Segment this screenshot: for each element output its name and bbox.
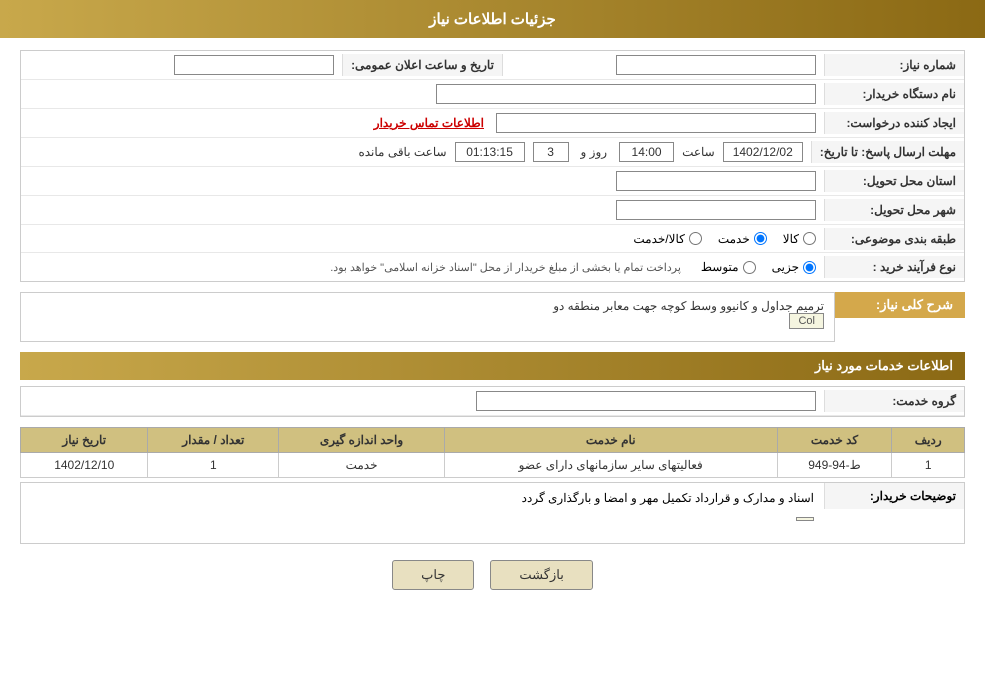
- page-title: جزئیات اطلاعات نیاز: [429, 11, 556, 28]
- deadline-time-label: ساعت: [682, 145, 715, 159]
- province-value: کرمان: [21, 167, 824, 195]
- table-body: 1ط-94-949فعالیتهای سایر سازمانهای دارای …: [21, 453, 965, 478]
- row-city: شهر محل تحویل: سیرجان: [21, 196, 964, 225]
- category-kala: کالا: [783, 232, 816, 246]
- announcement-date-value: 1402/11/29 - 12:15: [21, 51, 342, 79]
- purchase-type-radio-group: جزیی متوسط: [701, 260, 816, 274]
- col-badge: Col: [789, 313, 824, 329]
- purchase-mottaset: متوسط: [701, 260, 756, 274]
- creator-value-cell: مهدی شهرآبادی کاربرداری شهرداری سیرجان ا…: [21, 109, 824, 137]
- buyer-org-input[interactable]: شهرداری سیرجان استان کرمان: [436, 84, 816, 104]
- category-kala-khadamat-label: کالا/خدمت: [633, 232, 684, 246]
- city-input[interactable]: سیرجان: [616, 200, 816, 220]
- creator-input[interactable]: مهدی شهرآبادی کاربرداری شهرداری سیرجان ا…: [496, 113, 816, 133]
- row-creator: ایجاد کننده درخواست: مهدی شهرآبادی کاربر…: [21, 109, 964, 138]
- row-province: استان محل تحویل: کرمان: [21, 167, 964, 196]
- buyer-org-value: شهرداری سیرجان استان کرمان: [21, 80, 824, 108]
- category-kala-khadamat-radio[interactable]: [689, 232, 702, 245]
- category-khadamat-label: خدمت: [718, 232, 750, 246]
- table-row: 1ط-94-949فعالیتهای سایر سازمانهای دارای …: [21, 453, 965, 478]
- col-date: تاریخ نیاز: [21, 428, 148, 453]
- purchase-type-cell: جزیی متوسط پرداخت تمام یا بخشی از مبلغ خ…: [21, 256, 824, 278]
- announcement-date-input[interactable]: 1402/11/29 - 12:15: [174, 55, 334, 75]
- deadline-date: 1402/12/02: [723, 142, 803, 162]
- order-number-input[interactable]: 1102005674000330: [616, 55, 816, 75]
- buyer-notes-label: توضیحات خریدار:: [824, 483, 964, 509]
- description-value: ترمیم جداول و کانیوو وسط کوچه جهت معابر …: [20, 292, 835, 342]
- description-section-title: شرح کلی نیاز:: [835, 292, 965, 318]
- description-text: ترمیم جداول و کانیوو وسط کوچه جهت معابر …: [553, 299, 824, 313]
- service-group-label: گروه خدمت:: [824, 390, 964, 412]
- purchase-jozee: جزیی: [772, 260, 816, 274]
- table-cell-quantity: 1: [148, 453, 279, 478]
- category-label: طبقه بندی موضوعی:: [824, 228, 964, 250]
- col-service-name: نام خدمت: [444, 428, 777, 453]
- purchase-type-label: نوع فرآیند خرید :: [824, 256, 964, 278]
- back-button[interactable]: بازگشت: [490, 560, 592, 590]
- deadline-values: 1402/12/02 ساعت 14:00 روز و 3 01:13:15 س…: [21, 138, 811, 166]
- deadline-remaining-label: ساعت باقی مانده: [358, 145, 446, 159]
- category-kala-khadamat: کالا/خدمت: [633, 232, 701, 246]
- col-quantity: تعداد / مقدار: [148, 428, 279, 453]
- category-radio-group: کالا خدمت کالا/خدمت: [625, 228, 824, 250]
- table-cell-row_num: 1: [892, 453, 965, 478]
- col-unit: واحد اندازه گیری: [279, 428, 445, 453]
- services-section: گروه خدمت: سایر فعالیتهای خدماتی: [20, 386, 965, 417]
- service-group-input[interactable]: سایر فعالیتهای خدماتی: [476, 391, 816, 411]
- order-number-value: 1102005674000330: [503, 51, 824, 79]
- category-kala-label: کالا: [783, 232, 799, 246]
- table-cell-unit: خدمت: [279, 453, 445, 478]
- category-khadamat-radio[interactable]: [754, 232, 767, 245]
- deadline-time: 14:00: [619, 142, 674, 162]
- row-category: طبقه بندی موضوعی: کالا خدمت کالا/خدمت: [21, 225, 964, 253]
- services-section-title: اطلاعات خدمات مورد نیاز: [20, 352, 965, 380]
- deadline-label: مهلت ارسال پاسخ: تا تاریخ:: [811, 141, 964, 163]
- deadline-remaining: 01:13:15: [455, 142, 525, 162]
- city-label: شهر محل تحویل:: [824, 199, 964, 221]
- creator-label: ایجاد کننده درخواست:: [824, 112, 964, 134]
- button-row: بازگشت چاپ: [20, 560, 965, 590]
- table-cell-service_code: ط-94-949: [777, 453, 892, 478]
- deadline-days: 3: [533, 142, 569, 162]
- row-order-date: شماره نیاز: 1102005674000330 تاریخ و ساع…: [21, 51, 964, 80]
- buyer-desc-section: توضیحات خریدار: اسناد و مدارک و قرارداد …: [20, 482, 965, 544]
- table-cell-date: 1402/12/10: [21, 453, 148, 478]
- buyer-notes-value: اسناد و مدارک و قرارداد تکمیل مهر و امضا…: [21, 483, 824, 533]
- buyer-notes-col-badge: [796, 517, 814, 521]
- main-content: شماره نیاز: 1102005674000330 تاریخ و ساع…: [0, 38, 985, 618]
- service-group-value: سایر فعالیتهای خدماتی: [21, 387, 824, 415]
- print-button[interactable]: چاپ: [392, 560, 474, 590]
- row-deadline: مهلت ارسال پاسخ: تا تاریخ: 1402/12/02 سا…: [21, 138, 964, 167]
- services-table: ردیف کد خدمت نام خدمت واحد اندازه گیری ت…: [20, 427, 965, 478]
- page-wrapper: جزئیات اطلاعات نیاز شماره نیاز: 11020056…: [0, 0, 985, 691]
- page-header: جزئیات اطلاعات نیاز: [0, 0, 985, 38]
- purchase-jozee-radio[interactable]: [803, 261, 816, 274]
- province-input[interactable]: کرمان: [616, 171, 816, 191]
- buyer-notes-text: اسناد و مدارک و قرارداد تکمیل مهر و امضا…: [522, 491, 814, 505]
- purchase-mottaset-radio[interactable]: [743, 261, 756, 274]
- category-kala-radio[interactable]: [803, 232, 816, 245]
- row-purchase-type: نوع فرآیند خرید : جزیی متوسط پرداخت تمام…: [21, 253, 964, 281]
- col-service-code: کد خدمت: [777, 428, 892, 453]
- deadline-days-label: روز و: [581, 145, 608, 159]
- buyer-org-label: نام دستگاه خریدار:: [824, 83, 964, 105]
- purchase-type-note: پرداخت تمام یا بخشی از مبلغ خریدار از مح…: [330, 261, 681, 274]
- purchase-mottaset-label: متوسط: [701, 260, 739, 274]
- announcement-date-label: تاریخ و ساعت اعلان عمومی:: [342, 54, 503, 76]
- city-value: سیرجان: [21, 196, 824, 224]
- service-group-row: گروه خدمت: سایر فعالیتهای خدماتی: [21, 387, 964, 416]
- buyer-desc-row: توضیحات خریدار: اسناد و مدارک و قرارداد …: [21, 483, 964, 543]
- table-header-row: ردیف کد خدمت نام خدمت واحد اندازه گیری ت…: [21, 428, 965, 453]
- row-buyer-org: نام دستگاه خریدار: شهرداری سیرجان استان …: [21, 80, 964, 109]
- col-rownum: ردیف: [892, 428, 965, 453]
- contact-link[interactable]: اطلاعات تماس خریدار: [374, 116, 484, 130]
- province-label: استان محل تحویل:: [824, 170, 964, 192]
- purchase-jozee-label: جزیی: [772, 260, 799, 274]
- order-number-label: شماره نیاز:: [824, 54, 964, 76]
- category-khadamat: خدمت: [718, 232, 767, 246]
- description-section: شرح کلی نیاز: ترمیم جداول و کانیوو وسط ک…: [20, 292, 965, 342]
- table-cell-service_name: فعالیتهای سایر سازمانهای دارای عضو: [444, 453, 777, 478]
- info-section: شماره نیاز: 1102005674000330 تاریخ و ساع…: [20, 50, 965, 282]
